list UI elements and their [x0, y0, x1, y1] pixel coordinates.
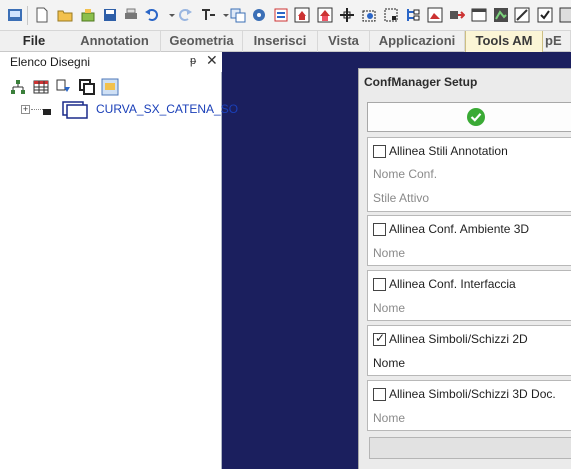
checkbox-label: Allinea Conf. Ambiente 3D [389, 222, 530, 236]
tab-inserisci[interactable]: Inserisci [243, 31, 318, 52]
grid-icon[interactable] [405, 7, 421, 23]
tree-connector [31, 109, 43, 110]
frame-icon[interactable] [383, 7, 399, 23]
group-simboli-3d-doc: ✓ Allinea Simboli/Schizzi 3D Doc. Nome [367, 380, 571, 431]
tab-pe[interactable]: pE [543, 31, 571, 52]
layer-icon[interactable] [273, 7, 289, 23]
checkbox-stili-annotation[interactable]: ✓ [373, 145, 386, 158]
field-nome: Nome [373, 411, 406, 425]
checkbox-label: Allinea Stili Annotation [389, 144, 508, 158]
more-icon[interactable] [559, 7, 571, 23]
group-interfaccia: ✓ Allinea Conf. Interfaccia Nome [367, 270, 571, 321]
checkbox-label: Allinea Simboli/Schizzi 2D [389, 332, 528, 346]
save-icon[interactable] [102, 7, 118, 23]
field-stile-attivo: Stile Attivo [373, 191, 430, 205]
panel-toolbar [0, 76, 222, 98]
preview-view-icon[interactable] [101, 78, 119, 96]
field-nome: Nome [373, 301, 406, 315]
tab-file[interactable]: File [0, 31, 68, 52]
tab-vista[interactable]: Vista [318, 31, 370, 52]
table-view-icon[interactable] [32, 78, 50, 96]
expand-icon[interactable]: + [21, 105, 30, 114]
tab-applicazioni[interactable]: Applicazioni [370, 31, 465, 52]
target-icon[interactable] [361, 7, 377, 23]
field-nome: Nome [373, 246, 406, 260]
zoom-icon[interactable] [514, 7, 530, 23]
tree-view-icon[interactable] [9, 78, 27, 96]
field-nome-conf: Nome Conf. [373, 167, 438, 181]
tool-icon[interactable] [200, 7, 216, 23]
checkbox-interfaccia[interactable]: ✓ [373, 278, 386, 291]
home-icon[interactable] [294, 7, 310, 23]
tab-annotation[interactable]: Annotation [69, 31, 161, 52]
new-icon[interactable] [34, 7, 50, 23]
close-icon[interactable]: ✕ [206, 52, 218, 69]
panel-title: Elenco Disegni [10, 55, 91, 69]
filter-view-icon[interactable] [55, 78, 73, 96]
view-icon[interactable] [493, 7, 509, 23]
image-icon[interactable] [427, 7, 443, 23]
disk-icon [43, 109, 51, 115]
dialog-title: ConfManager Setup [364, 75, 478, 89]
group-ambiente-3d: ✓ Allinea Conf. Ambiente 3D Nome [367, 215, 571, 266]
tree-item[interactable]: + CURVA_SX_CATENA_SO [0, 100, 238, 120]
home-3d-icon[interactable] [317, 7, 333, 23]
tab-tools-am[interactable]: Tools AM [465, 31, 543, 52]
undo-dropdown-icon[interactable] [164, 7, 175, 23]
window-icon[interactable] [471, 7, 487, 23]
drawing-window-icon [62, 101, 90, 119]
panel-header: Elenco Disegni ᵽ ✕ [0, 52, 222, 72]
open-icon[interactable] [57, 7, 73, 23]
group-stili-annotation: ✓ Allinea Stili Annotation Nome Conf. St… [367, 137, 571, 212]
windows-view-icon[interactable] [78, 78, 96, 96]
ribbon-tab-bar: File Annotation Geometria Inserisci Vist… [0, 31, 571, 52]
toolbar-separator [27, 6, 28, 25]
tool-dropdown-icon[interactable] [218, 7, 229, 23]
checkbox-label: Allinea Simboli/Schizzi 3D Doc. [389, 387, 556, 401]
app-menu-icon[interactable] [7, 7, 23, 23]
checkbox-ambiente-3d[interactable]: ✓ [373, 223, 386, 236]
print-icon[interactable] [123, 7, 139, 23]
drawing-name[interactable]: CURVA_SX_CATENA_SO [96, 102, 238, 116]
check-circle-icon [467, 108, 485, 126]
checkbox-simboli-2d[interactable]: ✓ [373, 331, 386, 346]
group-simboli-2d: ✓ Allinea Simboli/Schizzi 2D Nome [367, 325, 571, 376]
pin-icon[interactable]: ᵽ [190, 55, 196, 67]
confmanager-dialog: ConfManager Setup ✓ Allinea Stili Annota… [358, 68, 571, 469]
confirm-button[interactable] [367, 102, 571, 132]
checkbox-label: Allinea Conf. Interfaccia [389, 277, 516, 291]
undo-icon[interactable] [144, 7, 160, 23]
arrow-icon[interactable] [449, 7, 465, 23]
checkmark-icon: ✓ [375, 331, 386, 345]
copy-icon[interactable] [230, 7, 246, 23]
snap-icon[interactable] [339, 7, 355, 23]
check-icon[interactable] [537, 7, 553, 23]
quick-access-toolbar [0, 0, 571, 31]
settings-icon[interactable] [251, 7, 267, 23]
checkbox-simboli-3d-doc[interactable]: ✓ [373, 388, 386, 401]
tab-geometria[interactable]: Geometria [161, 31, 243, 52]
redo-icon[interactable] [177, 7, 193, 23]
open-recent-icon[interactable] [80, 7, 96, 23]
field-nome: Nome [373, 356, 406, 370]
drawing-list-panel: Elenco Disegni ᵽ ✕ + CURVA_SX_CATENA_SO [0, 52, 238, 469]
dialog-bottom-button[interactable] [369, 437, 571, 459]
